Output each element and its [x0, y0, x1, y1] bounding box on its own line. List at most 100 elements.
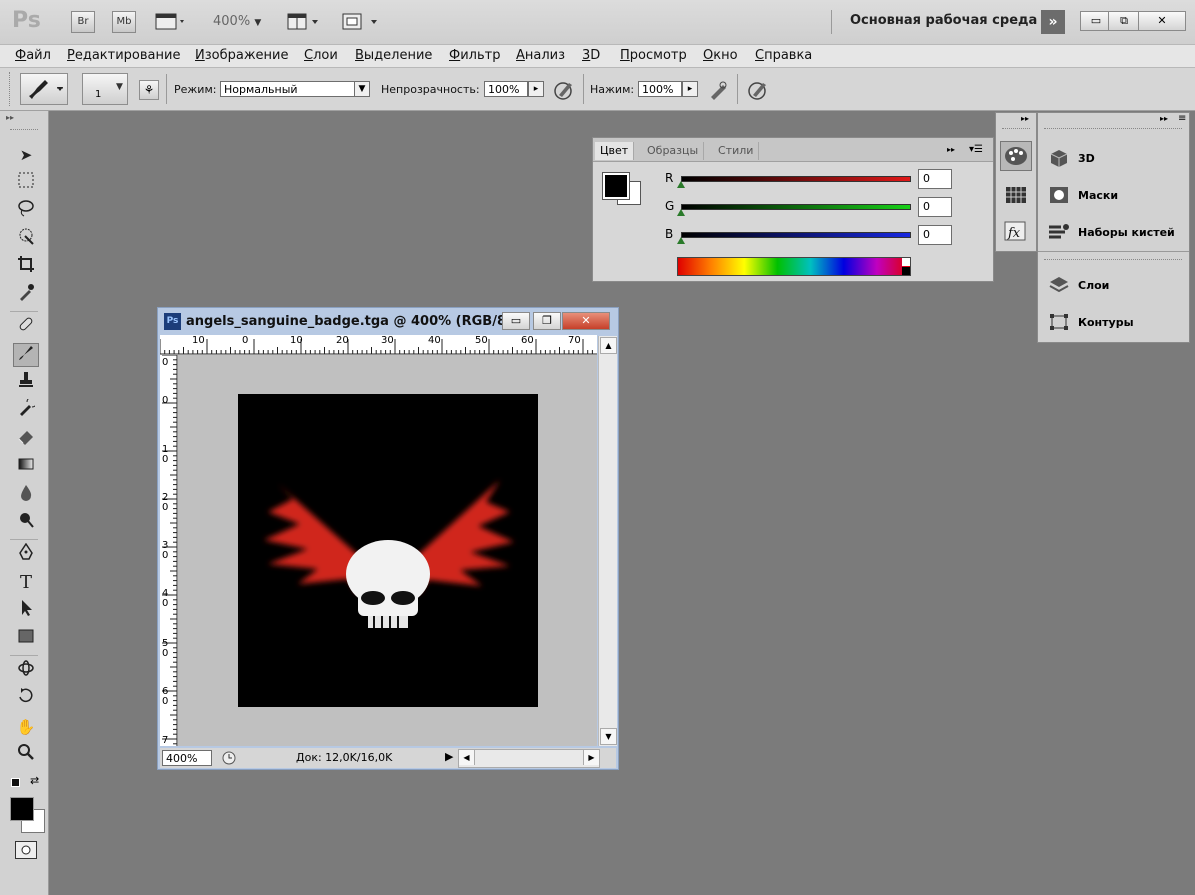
layers-panel-item[interactable]: Слои [1048, 275, 1109, 298]
airbrush-button[interactable] [707, 79, 729, 104]
menu-3d[interactable]: 3D [582, 48, 600, 63]
menu-filter[interactable]: Фильтр [449, 48, 500, 63]
color-ramp[interactable] [677, 257, 911, 276]
styles-panel-toggle[interactable]: fx [1004, 219, 1028, 246]
healing-brush-tool[interactable] [13, 315, 39, 339]
green-slider[interactable] [681, 204, 911, 210]
green-value-field[interactable]: 0 [918, 197, 952, 217]
menu-select[interactable]: Выделение [355, 48, 432, 63]
blend-mode-select[interactable]: Нормальный ▼ [220, 81, 370, 97]
paths-panel-item[interactable]: Контуры [1048, 312, 1134, 335]
horizontal-scrollbar[interactable]: ◀ ▶ [458, 749, 600, 768]
bridge-button[interactable]: Br [71, 11, 95, 33]
panel-menu-icon[interactable]: ≡ [1178, 113, 1186, 124]
maximize-button[interactable]: ⧉ [1108, 11, 1140, 31]
zoom-field[interactable]: 400% [162, 750, 212, 766]
scroll-left-button[interactable]: ◀ [459, 750, 475, 765]
eraser-tool[interactable] [13, 427, 39, 451]
slider-thumb-icon[interactable] [677, 181, 685, 188]
hand-tool[interactable]: ✋ [13, 715, 39, 739]
history-brush-tool[interactable] [13, 396, 39, 423]
lasso-tool[interactable] [13, 199, 39, 223]
swap-colors-icon[interactable]: ⇄ [30, 774, 39, 787]
tab-styles[interactable]: Стили [713, 142, 760, 160]
scroll-up-button[interactable]: ▲ [600, 337, 617, 354]
clone-stamp-tool[interactable] [13, 371, 39, 395]
swatches-panel-toggle[interactable] [1004, 185, 1028, 208]
quick-mask-button[interactable] [15, 841, 37, 859]
image-canvas[interactable] [238, 394, 538, 707]
brush-panel-toggle[interactable]: ⚘ [139, 80, 159, 100]
status-menu-button[interactable] [221, 750, 237, 769]
flow-slider-button[interactable]: ▸ [682, 81, 698, 97]
marquee-tool[interactable] [13, 171, 39, 195]
menu-view[interactable]: Просмотр [620, 48, 687, 63]
menu-window[interactable]: Окно [703, 48, 738, 63]
type-tool[interactable]: T [13, 571, 39, 595]
red-value-field[interactable]: 0 [918, 169, 952, 189]
menu-edit[interactable]: Редактирование [67, 48, 180, 63]
white-swatch[interactable] [902, 258, 910, 266]
collapse-icon[interactable]: ▸▸ [6, 113, 14, 122]
menu-analysis[interactable]: Анализ [516, 48, 565, 63]
shape-tool[interactable] [13, 627, 39, 651]
zoom-tool[interactable] [13, 743, 39, 767]
eyedropper-tool[interactable] [13, 283, 39, 307]
opacity-field[interactable]: 100% [484, 81, 528, 97]
arrange-documents-button[interactable] [287, 12, 323, 35]
masks-panel-item[interactable]: Маски [1048, 185, 1118, 208]
vertical-scrollbar[interactable]: ▲ ▼ [598, 336, 617, 746]
mini-bridge-button[interactable]: Mb [112, 11, 136, 33]
doc-minimize-button[interactable]: ▭ [502, 312, 530, 330]
doc-close-button[interactable]: ✕ [562, 312, 610, 330]
workspace-switcher[interactable]: Основная рабочая среда [850, 13, 1037, 28]
quick-selection-tool[interactable] [13, 227, 39, 251]
panel-menu-icon[interactable]: ▾☰ [969, 144, 983, 155]
red-slider[interactable] [681, 176, 911, 182]
collapse-panel-icon[interactable]: ▸▸ [947, 145, 955, 154]
3d-rotate-tool[interactable] [13, 659, 39, 683]
canvas-area[interactable] [178, 355, 597, 746]
scroll-down-button[interactable]: ▼ [600, 728, 617, 745]
brush-tool[interactable] [13, 343, 39, 367]
3d-panel-item[interactable]: 3D [1048, 148, 1095, 171]
pen-tool[interactable] [13, 542, 39, 567]
black-swatch[interactable] [902, 267, 910, 275]
status-arrow-icon[interactable]: ▶ [445, 750, 453, 763]
path-selection-tool[interactable] [13, 599, 39, 623]
menu-layers[interactable]: Слои [304, 48, 338, 63]
color-panel-toggle[interactable] [1000, 141, 1032, 171]
default-colors-icon[interactable] [11, 778, 20, 787]
blue-slider[interactable] [681, 232, 911, 238]
scroll-right-button[interactable]: ▶ [583, 750, 599, 765]
brush-presets-panel-item[interactable]: Наборы кистей [1048, 222, 1175, 245]
expand-workspaces-button[interactable]: » [1041, 10, 1065, 34]
blur-tool[interactable] [13, 483, 39, 507]
menu-file[interactable]: Файл [15, 48, 51, 63]
tool-preset-picker[interactable] [20, 73, 68, 105]
3d-orbit-tool[interactable] [13, 687, 39, 711]
close-button[interactable]: ✕ [1138, 11, 1186, 31]
foreground-color-swatch[interactable] [10, 797, 34, 821]
slider-thumb-icon[interactable] [677, 209, 685, 216]
expand-panel-icon[interactable]: ▸▸ [1160, 114, 1168, 123]
tab-swatches[interactable]: Образцы [642, 142, 705, 160]
menu-image[interactable]: Изображение [195, 48, 289, 63]
foreground-color-swatch[interactable] [602, 172, 630, 200]
view-extras-button[interactable] [155, 12, 184, 30]
menu-help[interactable]: Справка [755, 48, 812, 63]
gradient-tool[interactable] [13, 455, 39, 479]
blue-value-field[interactable]: 0 [918, 225, 952, 245]
tablet-opacity-button[interactable] [553, 79, 575, 104]
doc-maximize-button[interactable]: ❐ [533, 312, 561, 330]
opacity-slider-button[interactable]: ▸ [528, 81, 544, 97]
brush-size-picker[interactable]: 1 ▼ [82, 73, 128, 105]
screen-mode-button[interactable] [342, 12, 382, 35]
tab-color[interactable]: Цвет [595, 142, 635, 160]
crop-tool[interactable] [13, 255, 39, 279]
slider-thumb-icon[interactable] [677, 237, 685, 244]
dodge-tool[interactable] [13, 511, 39, 535]
flow-field[interactable]: 100% [638, 81, 682, 97]
move-tool[interactable]: ➤ [13, 143, 39, 167]
tablet-size-button[interactable] [747, 79, 769, 104]
